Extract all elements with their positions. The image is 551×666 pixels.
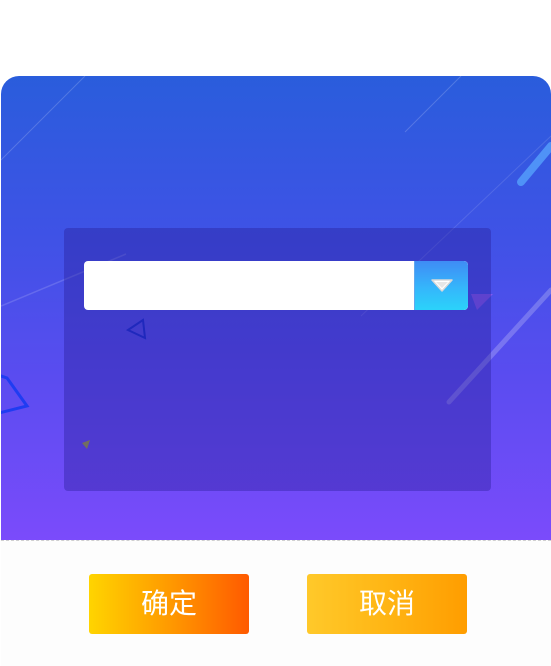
- decor-triangle-outline: [1, 374, 30, 415]
- content-panel: [64, 228, 491, 491]
- dropdown-select[interactable]: [84, 261, 468, 310]
- decor-streak: [517, 142, 551, 186]
- confirm-button[interactable]: 确定: [89, 574, 249, 634]
- dialog-footer: 确定 取消: [1, 540, 551, 666]
- dropdown-toggle-button[interactable]: [414, 261, 468, 310]
- decor-line: [404, 76, 462, 133]
- decor-line: [1, 76, 86, 161]
- dialog-body: [1, 76, 551, 540]
- triangle-down-icon: [431, 279, 453, 292]
- dialog: 确定 取消: [1, 76, 551, 666]
- cancel-button[interactable]: 取消: [307, 574, 467, 634]
